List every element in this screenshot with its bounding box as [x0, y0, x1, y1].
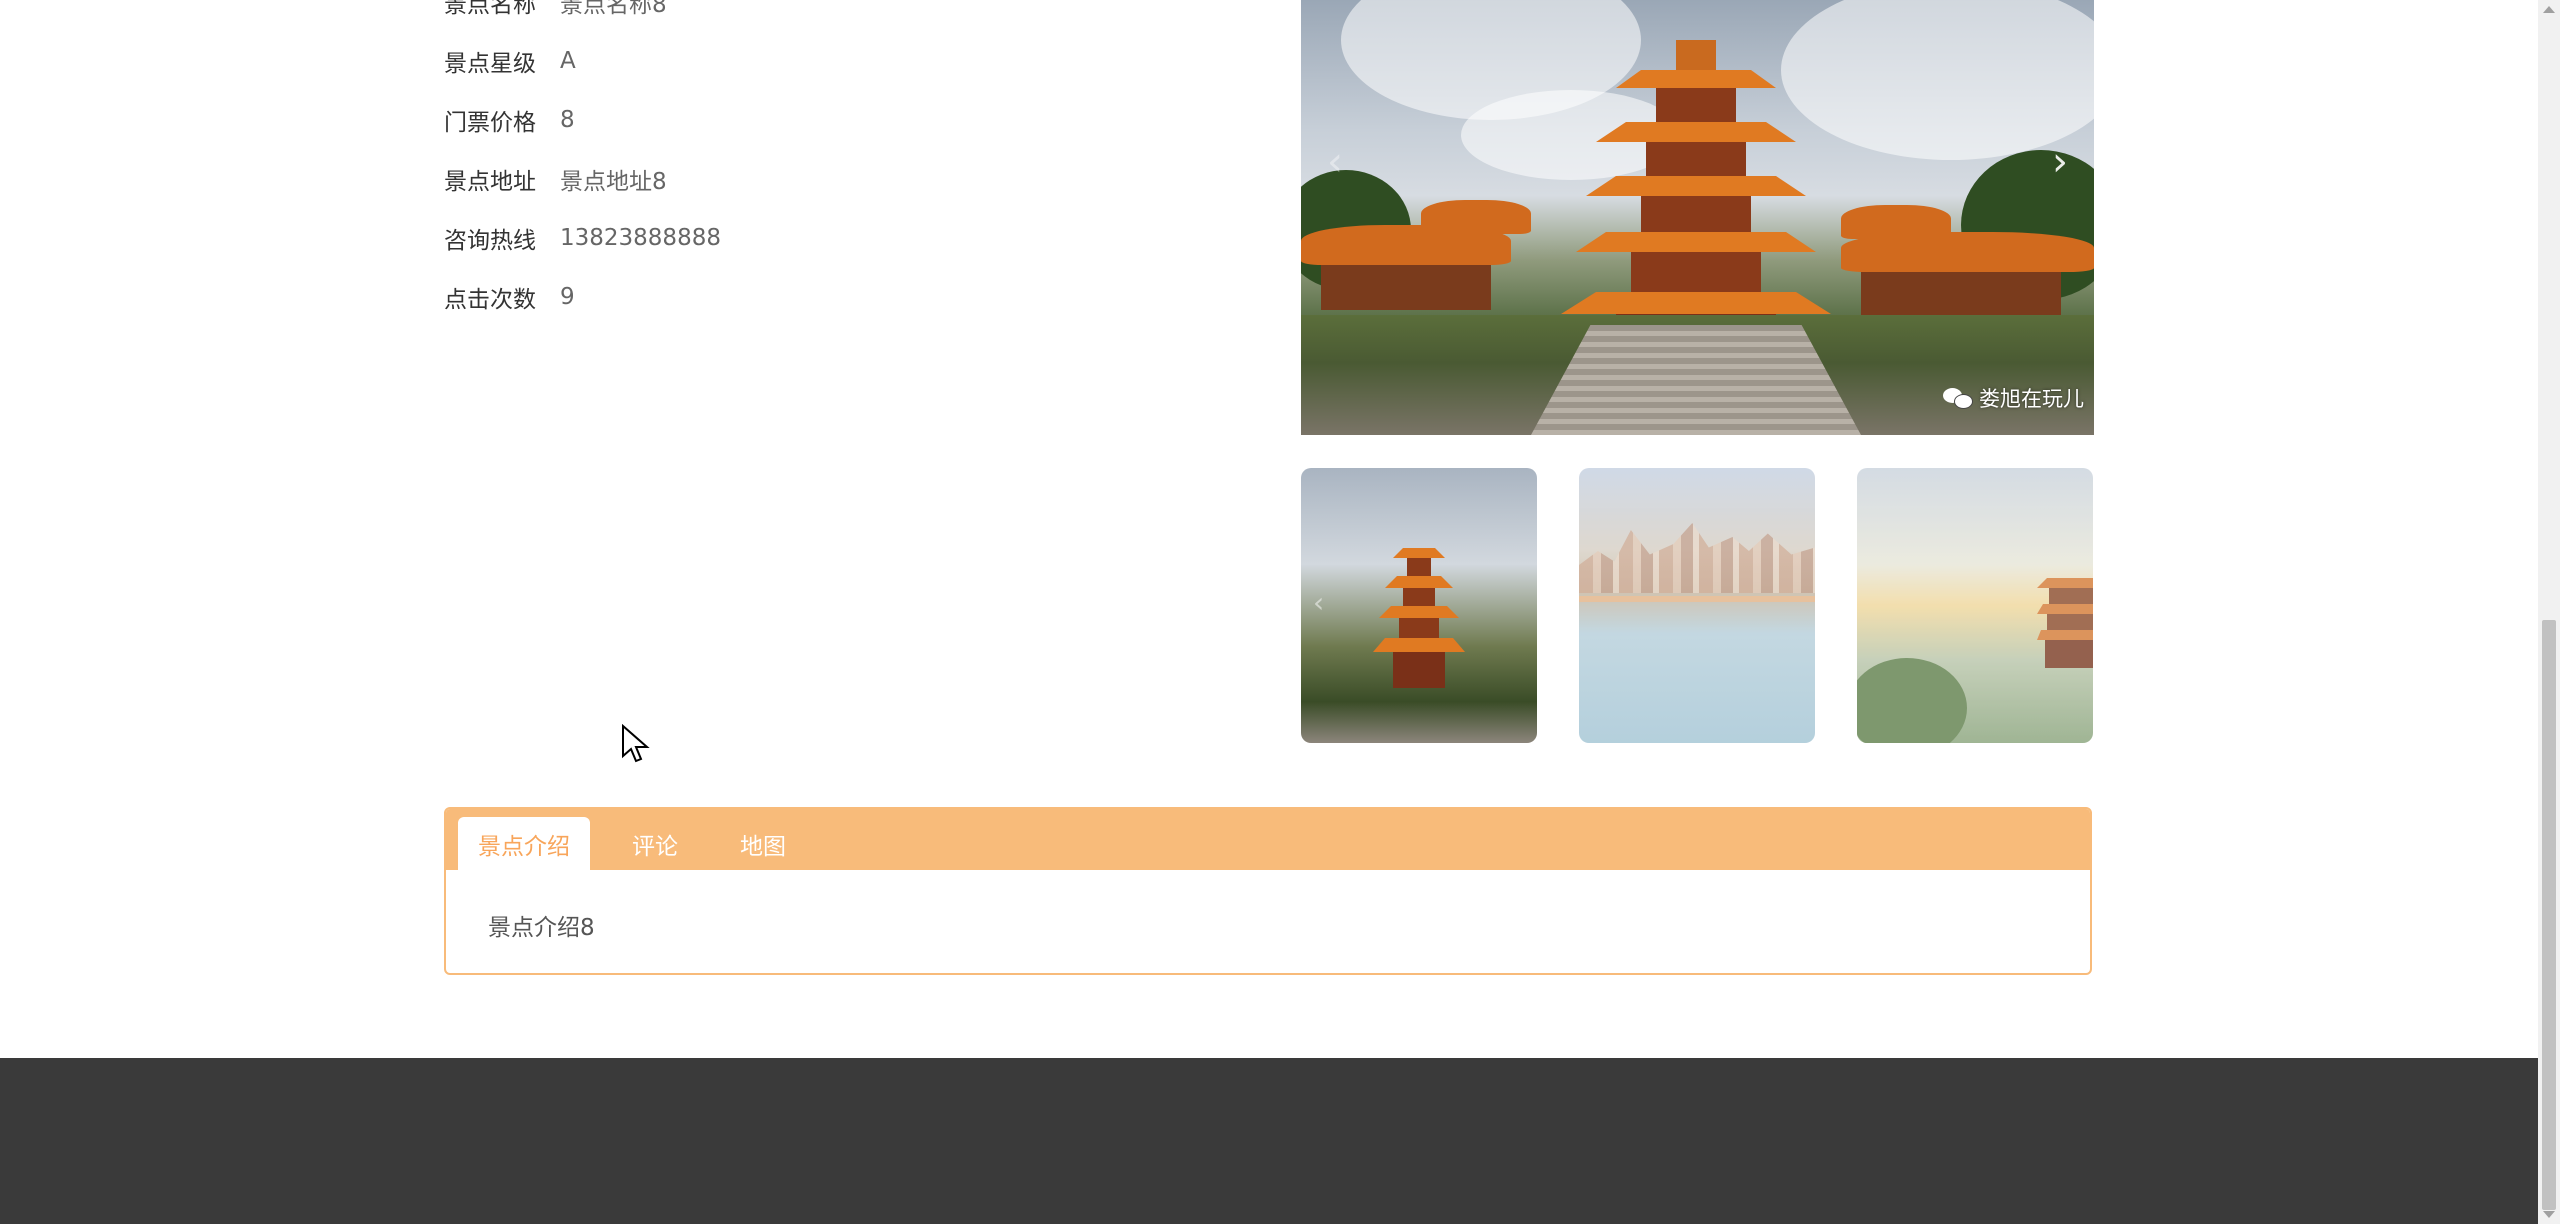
- tab-comments[interactable]: 评论: [612, 817, 698, 870]
- city-skyline: [1579, 523, 1815, 593]
- image-watermark: 娄旭在玩儿: [1943, 383, 2084, 413]
- carousel-prev-button[interactable]: ‹: [1315, 140, 1355, 184]
- info-label: 点击次数: [444, 286, 536, 313]
- info-value: 13823888888: [560, 224, 721, 251]
- info-label: 景点名称: [444, 0, 536, 18]
- bridge: [1579, 596, 1815, 602]
- info-row-address: 景点地址 景点地址8: [444, 149, 1144, 208]
- tab-map[interactable]: 地图: [720, 817, 806, 870]
- info-row-clicks: 点击次数 9: [444, 267, 1144, 326]
- tree: [1857, 658, 1967, 743]
- info-row-hotline: 咨询热线 13823888888: [444, 208, 1144, 267]
- thumbnail-strip: ‹: [1301, 468, 2094, 743]
- info-label: 门票价格: [444, 109, 536, 136]
- mouse-cursor-icon: [622, 724, 650, 763]
- main-carousel[interactable]: ‹ › 娄旭在玩儿: [1301, 0, 2094, 435]
- side-roof: [1421, 200, 1531, 234]
- info-row-price: 门票价格 8: [444, 90, 1144, 149]
- info-row-rating: 景点星级 A: [444, 31, 1144, 90]
- info-value: 景点地址8: [560, 168, 667, 195]
- chevron-left-icon[interactable]: ‹: [1313, 586, 1324, 619]
- thumbnail-2[interactable]: [1579, 468, 1815, 743]
- info-value: 9: [560, 283, 575, 310]
- attraction-info-list: 景点名称 景点名称8 景点星级 A 门票价格 8 景点地址 景点地址8 咨询热线…: [444, 0, 1144, 326]
- info-row-name: 景点名称 景点名称8: [444, 0, 1144, 31]
- pagoda-thumb-illustration: [2037, 578, 2093, 668]
- info-label: 咨询热线: [444, 227, 536, 254]
- info-value: 8: [560, 106, 575, 133]
- chevron-right-icon: ›: [2052, 139, 2068, 185]
- scroll-up-icon[interactable]: [2543, 6, 2555, 13]
- info-value: A: [560, 47, 576, 74]
- chevron-left-icon: ‹: [1327, 139, 1343, 185]
- thumbnail-3[interactable]: [1857, 468, 2093, 743]
- tab-introduction[interactable]: 景点介绍: [458, 817, 590, 870]
- info-label: 景点地址: [444, 168, 536, 195]
- vertical-scrollbar[interactable]: [2538, 0, 2560, 1224]
- tab-content: 景点介绍8: [488, 915, 595, 941]
- detail-tabs-panel: 景点介绍 评论 地图 景点介绍8: [444, 807, 2092, 975]
- carousel-next-button[interactable]: ›: [2040, 140, 2080, 184]
- tab-bar: 景点介绍 评论 地图: [446, 809, 2090, 870]
- side-roof: [1841, 205, 1951, 239]
- scroll-down-icon[interactable]: [2543, 1211, 2555, 1218]
- pagoda-illustration: [1561, 40, 1831, 350]
- wechat-icon: [1943, 386, 1973, 410]
- info-label: 景点星级: [444, 50, 536, 77]
- pagoda-thumb-illustration: [1373, 548, 1465, 688]
- page: 景点名称 景点名称8 景点星级 A 门票价格 8 景点地址 景点地址8 咨询热线…: [0, 0, 2560, 1224]
- page-footer: [0, 1058, 2538, 1224]
- scrollbar-thumb[interactable]: [2542, 620, 2556, 1210]
- thumbnail-1[interactable]: ‹: [1301, 468, 1537, 743]
- watermark-text: 娄旭在玩儿: [1979, 387, 2084, 411]
- info-value: 景点名称8: [560, 0, 667, 18]
